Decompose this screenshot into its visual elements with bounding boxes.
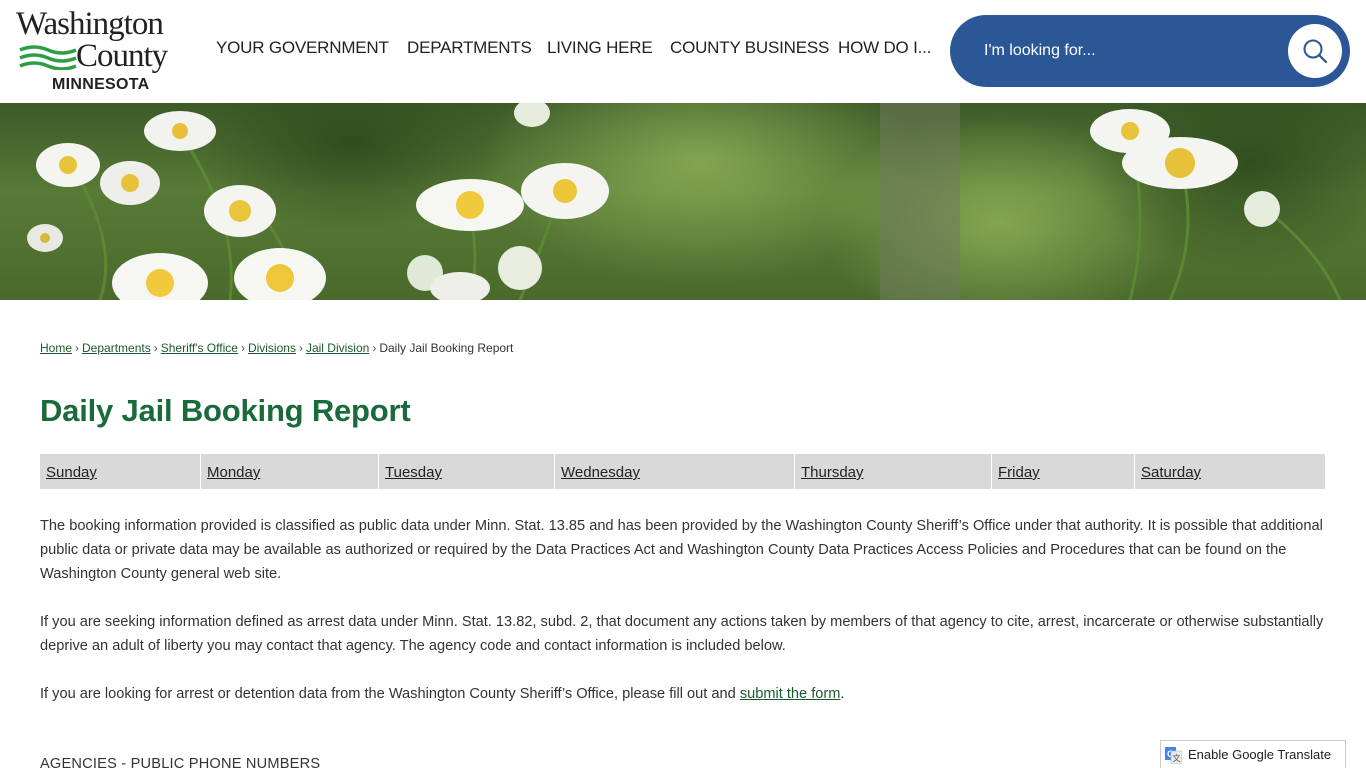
request-form-paragraph: If you are looking for arrest or detenti…	[40, 682, 1330, 706]
breadcrumb-jail-division[interactable]: Jail Division	[306, 341, 369, 355]
breadcrumb-departments[interactable]: Departments	[82, 341, 151, 355]
day-tabs: Sunday Monday Tuesday Wednesday Thursday…	[40, 454, 1325, 489]
day-link-sunday[interactable]: Sunday	[46, 464, 97, 481]
day-link-friday[interactable]: Friday	[998, 464, 1040, 481]
day-tab-monday: Monday	[201, 454, 379, 489]
nav-living-here[interactable]: LIVING HERE	[547, 38, 653, 58]
breadcrumb-separator: ›	[240, 341, 245, 355]
request-form-period: .	[840, 686, 845, 702]
logo-text-washington: Washington	[16, 6, 164, 42]
day-link-thursday[interactable]: Thursday	[801, 464, 864, 481]
nav-departments[interactable]: DEPARTMENTS	[407, 38, 532, 58]
day-link-monday[interactable]: Monday	[207, 464, 260, 481]
agencies-heading: AGENCIES - PUBLIC PHONE NUMBERS	[40, 756, 321, 768]
day-tab-wednesday: Wednesday	[555, 454, 795, 489]
logo-text-county: County	[76, 38, 168, 74]
submit-form-link[interactable]: submit the form	[740, 686, 841, 702]
intro-paragraph: The booking information provided is clas…	[40, 518, 1323, 582]
day-link-tuesday[interactable]: Tuesday	[385, 464, 442, 481]
breadcrumb-separator: ›	[75, 341, 80, 355]
google-translate-label: Enable Google Translate	[1188, 747, 1332, 762]
breadcrumb: Home › Departments › Sheriff's Office › Divisi…	[40, 341, 513, 355]
day-link-wednesday[interactable]: Wednesday	[561, 464, 640, 481]
site-header: Washington County MINNESOTA YOUR GOVERNM…	[0, 0, 1366, 103]
nav-how-do-i[interactable]: HOW DO I...	[838, 38, 931, 58]
google-translate-icon: G 文	[1165, 747, 1182, 764]
day-tab-friday: Friday	[992, 454, 1135, 489]
search-button[interactable]	[1288, 24, 1342, 78]
day-tab-saturday: Saturday	[1135, 454, 1325, 489]
nav-county-business[interactable]: COUNTY BUSINESS	[670, 38, 829, 58]
day-tab-thursday: Thursday	[795, 454, 992, 489]
breadcrumb-home[interactable]: Home	[40, 341, 72, 355]
county-logo[interactable]: Washington County MINNESOTA	[14, 6, 194, 96]
breadcrumb-divisions[interactable]: Divisions	[248, 341, 296, 355]
search-input[interactable]	[984, 35, 1284, 67]
logo-text-minnesota: MINNESOTA	[52, 76, 150, 93]
request-form-text: If you are looking for arrest or detenti…	[40, 686, 740, 702]
breadcrumb-current: Daily Jail Booking Report	[379, 341, 514, 355]
banner-illustration	[27, 103, 1366, 300]
day-link-saturday[interactable]: Saturday	[1141, 464, 1201, 481]
search-bar	[950, 15, 1350, 87]
nav-your-government[interactable]: YOUR GOVERNMENT	[216, 38, 389, 58]
breadcrumb-separator: ›	[298, 341, 303, 355]
breadcrumb-separator: ›	[372, 341, 377, 355]
day-tab-sunday: Sunday	[40, 454, 201, 489]
banner-image-daisies	[0, 103, 1366, 300]
breadcrumb-sheriffs-office[interactable]: Sheriff's Office	[161, 341, 238, 355]
arrest-data-paragraph: If you are seeking information defined a…	[40, 614, 1324, 654]
wave-icon	[19, 45, 77, 70]
svg-text:文: 文	[1173, 753, 1181, 763]
day-tab-tuesday: Tuesday	[379, 454, 555, 489]
google-translate-button[interactable]: G 文 Enable Google Translate	[1160, 740, 1346, 768]
breadcrumb-separator: ›	[153, 341, 158, 355]
search-icon	[1303, 39, 1328, 64]
page-title: Daily Jail Booking Report	[40, 393, 411, 428]
